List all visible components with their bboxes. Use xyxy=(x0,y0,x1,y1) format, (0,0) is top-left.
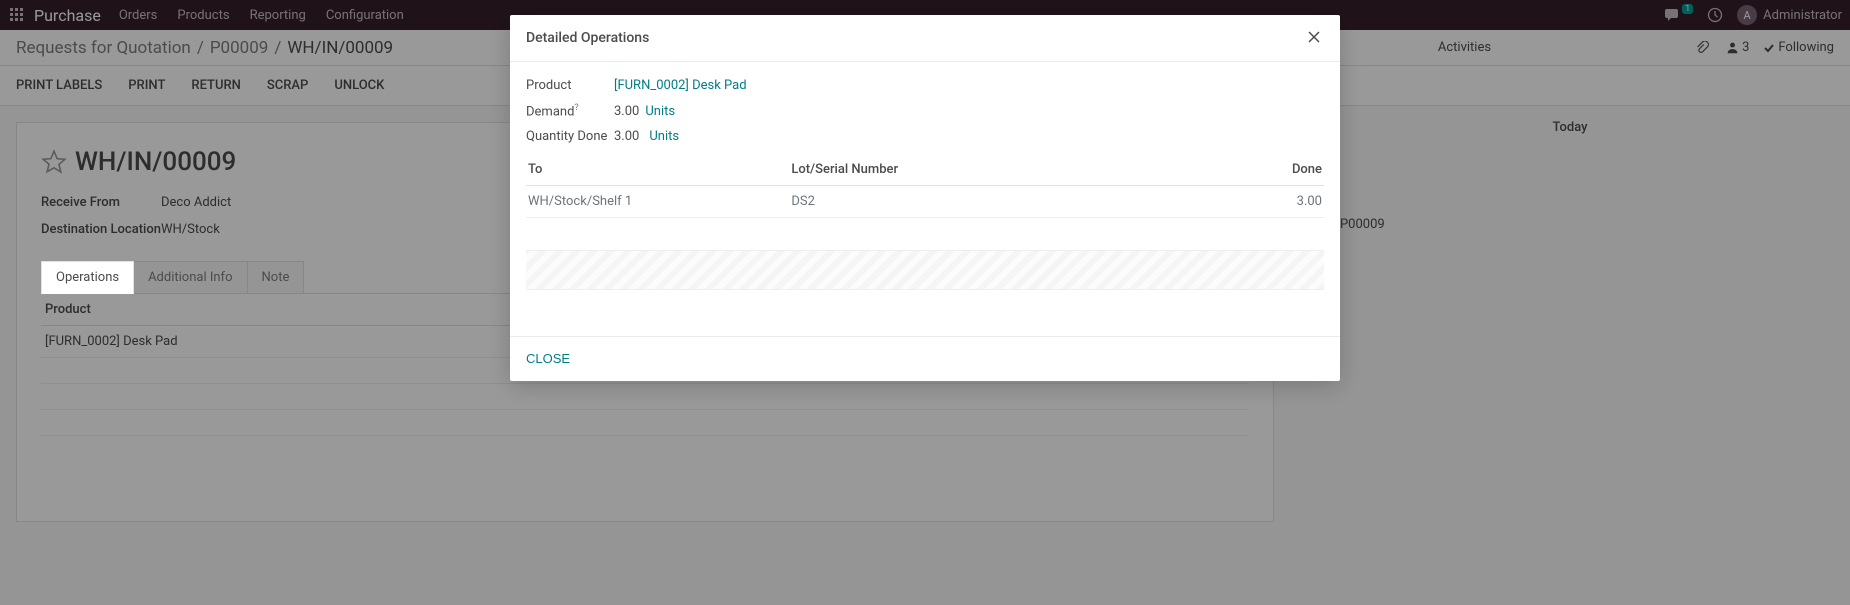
detailed-operations-modal: Detailed Operations Product [FURN_0002] … xyxy=(510,15,1340,381)
cell-lot: DS2 xyxy=(789,186,1264,218)
close-button[interactable]: CLOSE xyxy=(526,351,570,366)
col-to: To xyxy=(526,154,789,186)
product-label: Product xyxy=(526,78,614,93)
product-link[interactable]: [FURN_0002] Desk Pad xyxy=(614,78,747,93)
row-demand: Demand? 3.00 Units xyxy=(526,103,1324,119)
cell-done: 3.00 xyxy=(1264,186,1324,218)
demand-label: Demand? xyxy=(526,103,614,119)
cell-to: WH/Stock/Shelf 1 xyxy=(526,186,789,218)
close-icon[interactable] xyxy=(1306,29,1324,47)
table-row[interactable]: WH/Stock/Shelf 1 DS2 3.00 xyxy=(526,186,1324,218)
modal-header: Detailed Operations xyxy=(510,15,1340,62)
qty-done-label: Quantity Done xyxy=(526,129,614,144)
moves-table: To Lot/Serial Number Done WH/Stock/Shelf… xyxy=(526,154,1324,218)
col-done: Done xyxy=(1264,154,1324,186)
modal-overlay[interactable]: Detailed Operations Product [FURN_0002] … xyxy=(0,0,1850,605)
qty-done-unit[interactable]: Units xyxy=(649,129,679,144)
tab-operations[interactable]: Operations xyxy=(41,261,134,294)
striped-footer xyxy=(526,250,1324,290)
row-product: Product [FURN_0002] Desk Pad xyxy=(526,78,1324,93)
demand-qty: 3.00 xyxy=(614,104,639,119)
qty-done-qty: 3.00 xyxy=(614,129,639,144)
demand-unit[interactable]: Units xyxy=(645,104,675,119)
modal-title: Detailed Operations xyxy=(526,30,1306,46)
col-lot: Lot/Serial Number xyxy=(789,154,1264,186)
modal-body: Product [FURN_0002] Desk Pad Demand? 3.0… xyxy=(510,62,1340,306)
modal-footer: CLOSE xyxy=(510,336,1340,381)
row-qty-done: Quantity Done 3.00 Units xyxy=(526,129,1324,144)
demand-help-icon[interactable]: ? xyxy=(574,103,578,113)
